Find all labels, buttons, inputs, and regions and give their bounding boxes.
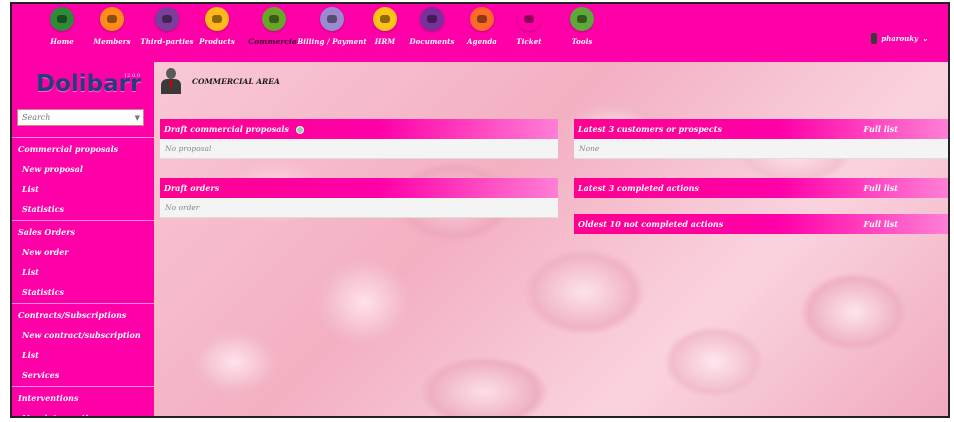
latest-customers-row: None (574, 139, 948, 159)
user-avatar-icon (871, 33, 878, 44)
user-menu[interactable]: pharouky ⌄ (871, 33, 928, 44)
menu-item-label: Products (199, 37, 235, 46)
menu-item-products[interactable]: Products (187, 7, 247, 46)
dropdown-caret-icon[interactable]: ▼ (135, 114, 140, 122)
draft-orders-header: Draft orders (160, 178, 558, 198)
menu-item-label: HRM (374, 37, 396, 46)
divider (12, 303, 154, 304)
oldest-actions-box: Oldest 10 not completed actions Full lis… (574, 214, 948, 234)
version-label: 12.0.0 (124, 73, 140, 79)
menu-item-members[interactable]: Members (82, 7, 142, 46)
sidebar-section-sales-orders[interactable]: Sales Orders (12, 222, 154, 242)
sidebar-section-interventions[interactable]: Interventions (12, 388, 154, 408)
oldest-actions-header: Oldest 10 not completed actions Full lis… (574, 214, 948, 234)
sidebar-item-new-order[interactable]: New order (12, 242, 154, 262)
latest-actions-full-list-link[interactable]: Full list (864, 178, 899, 198)
latest-actions-box: Latest 3 completed actions Full list (574, 178, 948, 198)
menu-item-label: Documents (409, 37, 455, 46)
sidebar-section-contracts-subscriptions[interactable]: Contracts/Subscriptions (12, 305, 154, 325)
user-name: pharouky (881, 34, 919, 43)
sidebar-item-list[interactable]: List (12, 179, 154, 199)
sidebar-section-commercial-proposals[interactable]: Commercial proposals (12, 139, 154, 159)
divider (12, 386, 154, 387)
menu-item-label: Ticket (516, 37, 542, 46)
sidebar-item-new-intervention[interactable]: New intervention (12, 408, 154, 416)
latest-customers-box: Latest 3 customers or prospects Full lis… (574, 119, 948, 159)
latest-customers-full-list-link[interactable]: Full list (864, 119, 899, 139)
menu-item-label: Members (93, 37, 131, 46)
agenda-icon (470, 7, 494, 31)
search-input[interactable] (22, 113, 132, 122)
draft-proposals-box: Draft commercial proposals No proposal (160, 119, 558, 159)
draft-orders-row: No order (160, 198, 558, 218)
latest-actions-header: Latest 3 completed actions Full list (574, 178, 948, 198)
chevron-down-icon: ⌄ (922, 34, 928, 43)
third-parties-icon (155, 7, 179, 31)
ticket-icon (517, 7, 541, 31)
draft-proposals-row: No proposal (160, 139, 558, 159)
draft-orders-title: Draft orders (164, 183, 220, 193)
menu-item-label: Commercial (248, 37, 300, 46)
members-icon (100, 7, 124, 31)
hrm-icon (373, 7, 397, 31)
tools-icon (570, 7, 594, 31)
home-icon (50, 7, 74, 31)
sidebar-item-list[interactable]: List (12, 262, 154, 282)
menu-item-label: Third-parties (140, 37, 194, 46)
menu-item-label: Home (50, 37, 74, 46)
billing-icon (320, 7, 344, 31)
draft-proposals-header: Draft commercial proposals (160, 119, 558, 139)
latest-customers-header: Latest 3 customers or prospects Full lis… (574, 119, 948, 139)
draft-orders-box: Draft orders No order (160, 178, 558, 218)
latest-customers-title: Latest 3 customers or prospects (578, 124, 722, 134)
sidebar-item-services[interactable]: Services (12, 365, 154, 385)
sidebar-nav: Commercial proposals New proposal List Stat… (12, 136, 154, 416)
menu-item-ticket[interactable]: Ticket (499, 7, 559, 46)
area-header: COMMERCIAL AREA (160, 68, 280, 94)
divider (12, 137, 154, 138)
commercial-person-icon (160, 68, 182, 94)
menu-item-billing-payment[interactable]: Billing / Payment (297, 7, 367, 46)
search-field[interactable]: ▼ (17, 109, 144, 126)
app-window: Home Members Third-parties Products Commerci… (10, 2, 950, 418)
sidebar-item-statistics[interactable]: Statistics (12, 282, 154, 302)
sidebar-item-statistics[interactable]: Statistics (12, 199, 154, 219)
commercial-icon (262, 7, 286, 31)
products-icon (205, 7, 229, 31)
oldest-actions-title: Oldest 10 not completed actions (578, 219, 724, 229)
menu-item-commercial[interactable]: Commercial (244, 7, 304, 46)
menu-item-tools[interactable]: Tools (552, 7, 612, 46)
sidebar-item-new-proposal[interactable]: New proposal (12, 159, 154, 179)
documents-icon (420, 7, 444, 31)
draft-proposals-title: Draft commercial proposals (164, 124, 289, 134)
left-sidebar: Dolibarr 12.0.0 ▼ Commercial proposalsNe… (12, 62, 154, 416)
top-menu-bar: Home Members Third-parties Products Commerci… (12, 4, 948, 62)
latest-actions-title: Latest 3 completed actions (578, 183, 699, 193)
sidebar-item-new-contract-subscription[interactable]: New contract/subscription (12, 325, 154, 345)
info-icon[interactable] (295, 126, 304, 134)
menu-item-label: Agenda (467, 37, 497, 46)
sidebar-item-list[interactable]: List (12, 345, 154, 365)
divider (12, 220, 154, 221)
main-content: COMMERCIAL AREA Draft commercial proposa… (154, 62, 948, 416)
menu-item-label: Tools (571, 37, 593, 46)
page-title: COMMERCIAL AREA (192, 76, 280, 86)
oldest-actions-full-list-link[interactable]: Full list (864, 214, 899, 234)
